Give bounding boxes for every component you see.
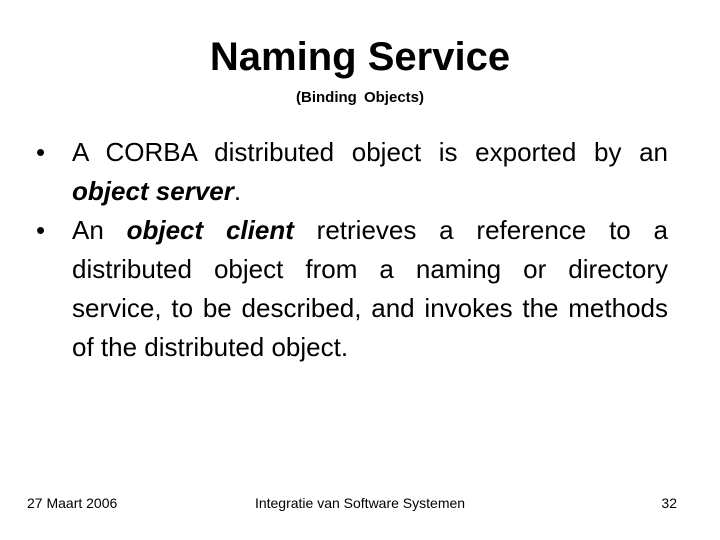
footer-page-number: 32 [661, 495, 677, 511]
bullet-text: . [233, 176, 242, 206]
emphasized-term: object server [72, 176, 234, 206]
bullet-text: An [72, 215, 127, 245]
bullet-dot-icon: • [36, 137, 46, 167]
bullet-item: • An object client retrieves a reference… [36, 211, 668, 367]
slide-title: Naming Service [209, 35, 511, 79]
emphasized-term: object client [126, 215, 294, 245]
footer-course-title: Integratie van Software Systemen [254, 495, 466, 511]
bullet-dot-icon: • [36, 215, 46, 245]
bullet-list: • A CORBA distributed object is exported… [36, 133, 668, 367]
bullet-text: A CORBA distributed object is exported b… [72, 137, 668, 167]
bullet-item: • A CORBA distributed object is exported… [36, 133, 668, 211]
slide-subtitle: (Binding Objects) [296, 89, 424, 106]
